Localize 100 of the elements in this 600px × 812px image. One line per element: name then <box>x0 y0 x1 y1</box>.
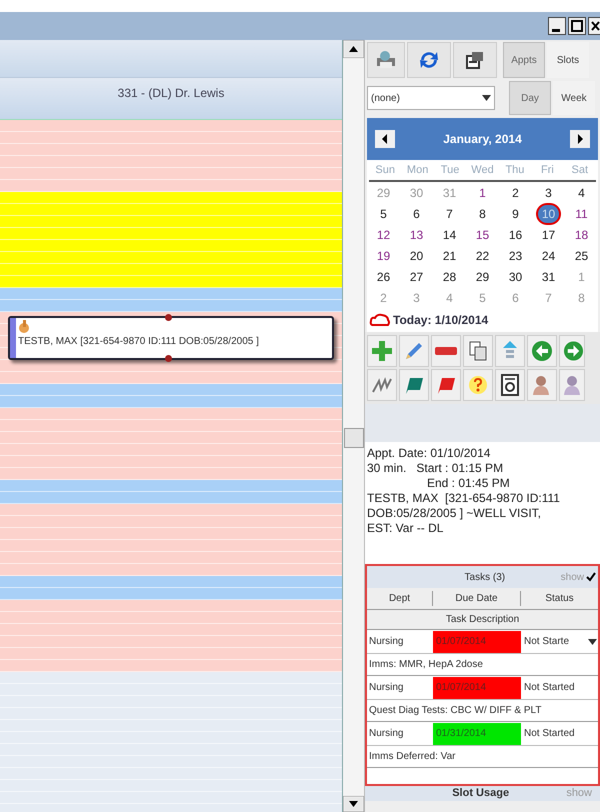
question-icon <box>468 375 488 395</box>
scrollbar-thumb[interactable] <box>344 428 364 448</box>
calendar-day[interactable]: 23 <box>504 246 526 264</box>
calendar-day[interactable]: 18 <box>570 226 592 244</box>
weekday-label: Tue <box>440 162 460 178</box>
filter-dropdown[interactable]: (none) <box>367 86 495 110</box>
task-description: Quest Diag Tests: CBC W/ DIFF & PLT <box>367 700 598 722</box>
calendar-day[interactable]: 17 <box>538 226 560 244</box>
provider-header: 331 - (DL) Dr. Lewis <box>0 78 342 120</box>
calendar-day[interactable]: 7 <box>442 204 457 222</box>
calendar-day[interactable]: 30 <box>504 268 526 286</box>
calendar-day[interactable]: 4 <box>574 184 589 202</box>
calendar-day[interactable]: 27 <box>406 268 428 286</box>
document-button[interactable] <box>495 369 525 401</box>
refresh-button[interactable] <box>407 42 451 78</box>
tasks-title: Tasks (3) <box>464 570 506 584</box>
column-header[interactable]: Status <box>521 591 598 606</box>
hand-icon <box>18 320 30 334</box>
appointment-text: TESTB, MAX [321-654-9870 ID:111 DOB:05/28/2005 ] <box>18 335 259 349</box>
table-cell-text: Nursing <box>368 681 404 695</box>
appointment-card[interactable]: TESTB, MAX [321-654-9870 ID:111 DOB:05/28/2005 ] <box>8 316 334 360</box>
pencil-icon <box>403 340 425 362</box>
table-cell-text: Not Started <box>523 727 576 741</box>
calendar-day[interactable]: 3 <box>541 184 556 202</box>
calendar-day[interactable]: 14 <box>438 226 460 244</box>
table-cell-text: Nursing <box>368 727 404 741</box>
view-tab[interactable]: Week <box>553 81 595 115</box>
calendar-day[interactable]: 31 <box>538 268 560 286</box>
calendar-day[interactable]: 11 <box>571 204 592 222</box>
calendar-day[interactable]: 2 <box>508 184 523 202</box>
today-link[interactable]: Today: 1/10/2014 <box>393 311 488 329</box>
person-icon <box>563 374 583 396</box>
calendar-day[interactable]: 26 <box>372 268 394 286</box>
minus-icon <box>435 347 457 355</box>
column-header: Task Description <box>367 610 598 630</box>
next-month-icon[interactable] <box>570 130 590 148</box>
task-description: Imms: MMR, HepA 2dose <box>367 654 598 676</box>
back-button[interactable] <box>527 335 557 367</box>
calendar-day[interactable]: 22 <box>472 246 494 264</box>
calendar-day[interactable]: 5 <box>376 204 391 222</box>
table-cell-text: Nursing <box>368 635 404 649</box>
add-button[interactable] <box>367 335 397 367</box>
window-button[interactable] <box>453 42 497 78</box>
copy-button[interactable] <box>463 335 493 367</box>
calendar-day[interactable]: 21 <box>438 246 460 264</box>
calendar-day[interactable]: 29 <box>472 268 494 286</box>
scroll-down-icon[interactable] <box>343 796 364 812</box>
resize-handle[interactable] <box>164 355 172 362</box>
minimize-icon[interactable] <box>548 17 566 35</box>
calendar-day[interactable]: 13 <box>406 226 428 244</box>
calendar-day[interactable]: 12 <box>372 226 394 244</box>
slot-usage-title: Slot Usage <box>451 786 510 802</box>
print-button[interactable] <box>367 42 405 78</box>
calendar-day[interactable]: 24 <box>538 246 560 264</box>
close-icon[interactable] <box>588 17 600 35</box>
calendar-day[interactable]: 9 <box>508 204 523 222</box>
calendar-title: January, 2014 <box>443 131 522 148</box>
table-cell-text: Not Started <box>523 681 576 695</box>
checkmark-icon[interactable] <box>586 572 596 582</box>
weekday-label: Thu <box>504 162 526 178</box>
view-tab[interactable]: Slots <box>547 42 589 78</box>
copy-icon <box>469 341 487 361</box>
edit-button[interactable] <box>399 335 429 367</box>
calendar-day[interactable]: 16 <box>504 226 526 244</box>
calendar-day[interactable]: 20 <box>406 246 428 264</box>
calendar-day[interactable]: 19 <box>372 246 394 264</box>
dropdown-arrow-icon <box>588 638 597 644</box>
calendar-day[interactable]: 8 <box>475 204 490 222</box>
flag-icon <box>436 375 456 395</box>
status-dropdown[interactable]: Not Starte <box>521 634 598 649</box>
help-button[interactable] <box>463 369 493 401</box>
view-tab[interactable]: Appts <box>503 42 545 78</box>
person-button[interactable] <box>559 369 585 401</box>
flag-button[interactable] <box>399 369 429 401</box>
calendar-day[interactable]: 15 <box>472 226 494 244</box>
maximize-icon[interactable] <box>568 17 586 35</box>
time-slot[interactable]: TESTB, MAX [321-654-9870 ID:111 DOB:05/28/2005 ] <box>0 312 342 384</box>
due-date-cell: 01/07/2014 <box>433 676 521 698</box>
calendar-day[interactable]: 25 <box>570 246 592 264</box>
refresh-icon <box>418 50 440 70</box>
weekday-label: Sun <box>374 162 396 178</box>
resize-handle[interactable] <box>164 314 172 321</box>
calendar-day[interactable]: 1 <box>475 184 490 202</box>
view-tab[interactable]: Day <box>509 81 551 115</box>
plus-icon <box>371 340 393 362</box>
weekday-label: Sat <box>570 162 590 178</box>
window-icon <box>465 50 485 70</box>
flag-button[interactable] <box>431 369 461 401</box>
delete-button[interactable] <box>431 335 461 367</box>
scroll-up-icon[interactable] <box>343 40 364 58</box>
forward-button[interactable] <box>559 335 585 367</box>
dropdown-arrow-icon <box>482 95 491 101</box>
scribble-button[interactable] <box>367 369 397 401</box>
due-date-cell: 01/31/2014 <box>433 722 521 744</box>
calendar-day[interactable]: 28 <box>438 268 460 286</box>
column-header[interactable]: Due Date <box>433 591 521 606</box>
appointment-details: Appt. Date: 01/10/2014 30 min. Start : 01:15 PM End : 01:45 PM TESTB, MAX [321-654-9870 ID:111 DOB:05/28/2005 ] ~WELL VISIT, EST: Var -- DL <box>365 442 600 558</box>
column-header[interactable]: Dept <box>367 591 433 606</box>
previous-month-icon[interactable] <box>375 130 395 148</box>
calendar-day[interactable]: 6 <box>409 204 424 222</box>
